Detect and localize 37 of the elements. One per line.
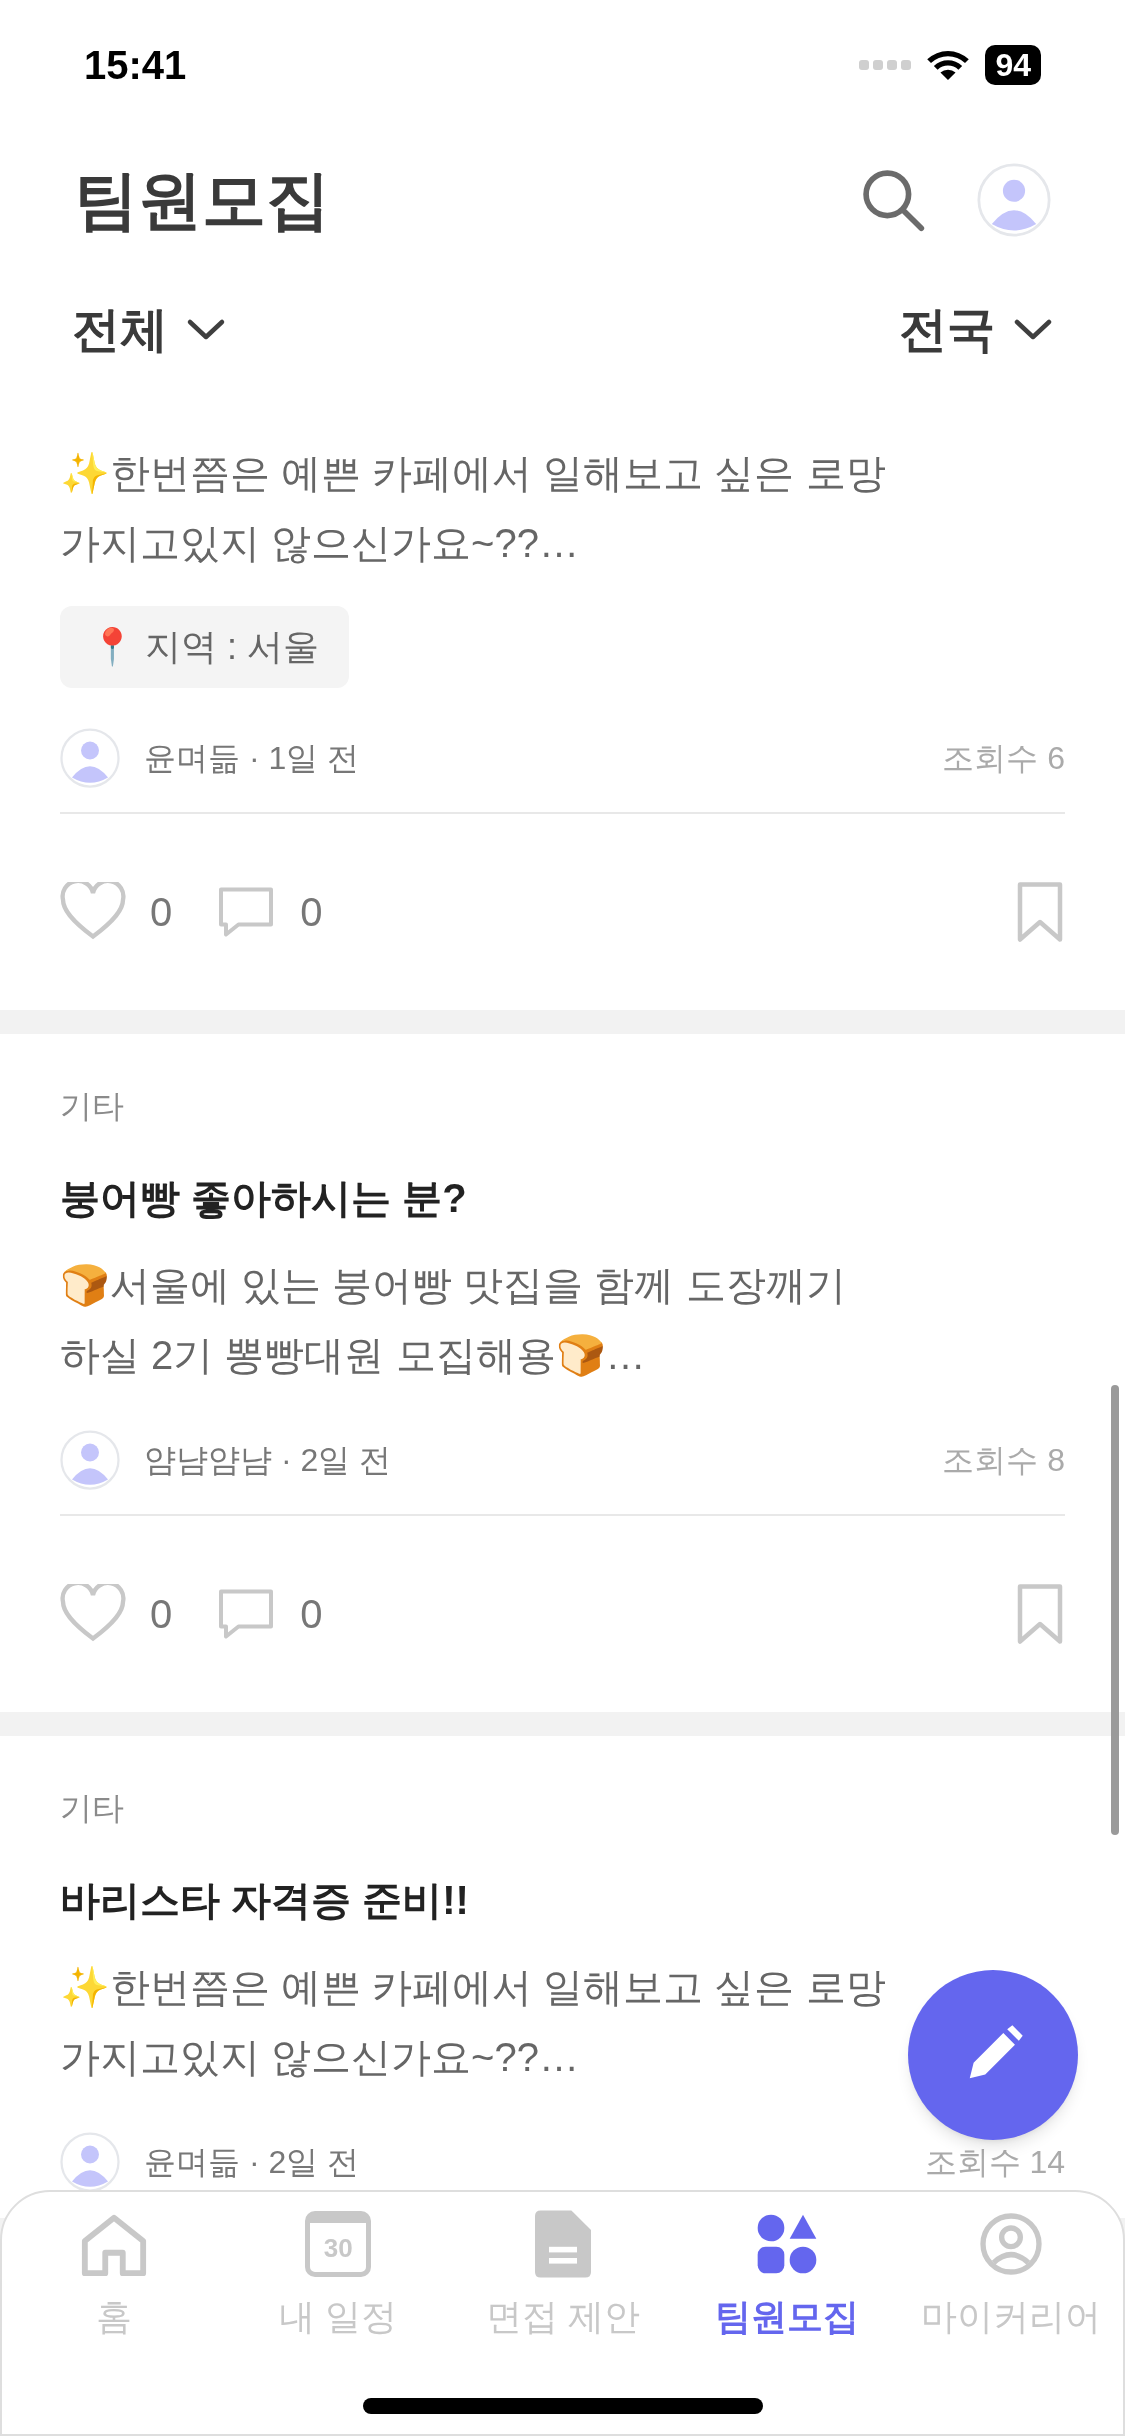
post-body[interactable]: ✨한번쯤은 예쁜 카페에서 일해보고 싶은 로망 가지고있지 않으신가요~??… [60, 438, 900, 578]
filter-dropdown[interactable]: 전국 [899, 294, 1053, 366]
post-title[interactable]: 붕어빵 좋아하시는 분? [60, 1168, 1065, 1228]
post-title[interactable]: 바리스타 자격증 준비!! [60, 1870, 1065, 1930]
view-count: 조회수 8 [942, 1441, 1065, 1480]
post-author: 윤며듦 · 2일 전 [144, 2143, 360, 2182]
status-time: 15:41 [84, 42, 187, 89]
comment-count: 0 [300, 889, 323, 936]
like-count: 0 [150, 889, 173, 936]
region-tag: 📍 지역 : 서울 [60, 606, 349, 688]
filter-dropdown[interactable]: 전체 [72, 294, 226, 366]
bookmark-icon[interactable] [1015, 882, 1065, 942]
post-category: 기타 [60, 1789, 125, 1828]
page-title: 팀원모집 [74, 163, 330, 238]
post-author: 얌냠얌냠 · 2일 전 [144, 1441, 392, 1480]
wifi-icon [925, 48, 972, 82]
post-body[interactable]: ✨한번쯤은 예쁜 카페에서 일해보고 싶은 로망 가지고있지 않으신가요~??… [60, 1952, 900, 2092]
avatar-icon [60, 728, 120, 788]
tab-item[interactable]: 팀원모집 [674, 2208, 899, 2344]
signal-icon [859, 59, 912, 71]
view-count: 조회수 6 [942, 739, 1065, 778]
post-body[interactable]: 🍞서울에 있는 붕어빵 맛집을 함께 도장깨기 하실 2기 뽕빵대원 모집해용🍞… [60, 1250, 900, 1390]
post-author: 윤며듦 · 1일 전 [144, 739, 360, 778]
battery-level: 94 [985, 45, 1041, 85]
like-count: 0 [150, 1591, 173, 1638]
comment-count: 0 [300, 1591, 323, 1638]
heart-icon[interactable] [60, 882, 126, 942]
post-category: 기타 [60, 1087, 125, 1126]
profile-icon [978, 2212, 1043, 2276]
avatar-icon [60, 1430, 120, 1490]
document-icon [534, 2210, 591, 2278]
view-count: 조회수 14 [924, 2143, 1065, 2182]
avatar-icon [977, 163, 1051, 237]
heart-icon[interactable] [60, 1584, 126, 1644]
chevron-down-icon [1013, 318, 1053, 342]
chevron-down-icon [186, 318, 226, 342]
bookmark-icon[interactable] [1015, 1584, 1065, 1644]
